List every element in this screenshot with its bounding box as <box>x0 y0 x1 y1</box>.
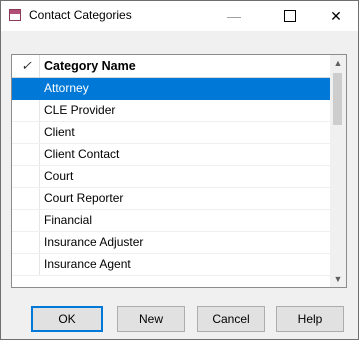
row-name-cell: CLE Provider <box>44 103 116 117</box>
maximize-icon <box>284 10 296 22</box>
row-check-cell[interactable] <box>14 232 40 253</box>
list-item[interactable]: Client <box>12 122 330 144</box>
row-check-cell[interactable] <box>14 122 40 143</box>
category-list[interactable]: ✓ Category Name Attorney CLE Provider Cl… <box>11 54 347 288</box>
row-check-cell[interactable] <box>14 100 40 121</box>
list-item[interactable]: Client Contact <box>12 144 330 166</box>
cancel-button[interactable]: Cancel <box>197 306 265 332</box>
scroll-down-button[interactable]: ▼ <box>330 271 346 287</box>
list-item[interactable]: Court Reporter <box>12 188 330 210</box>
maximize-button[interactable] <box>267 1 313 31</box>
row-check-cell[interactable] <box>14 144 40 165</box>
window-app-icon <box>9 9 21 21</box>
ok-button[interactable]: OK <box>31 306 103 332</box>
row-check-cell[interactable] <box>14 188 40 209</box>
chevron-down-icon: ▼ <box>333 274 343 284</box>
list-item[interactable]: Court <box>12 166 330 188</box>
check-column-header[interactable]: ✓ <box>14 55 40 77</box>
row-name-cell: Financial <box>44 213 93 227</box>
row-check-cell[interactable] <box>14 210 40 231</box>
minimize-button[interactable]: — <box>211 1 257 31</box>
list-item[interactable]: Financial <box>12 210 330 232</box>
row-name-cell: Client Contact <box>44 147 120 161</box>
chevron-up-icon: ▲ <box>333 58 343 68</box>
title-bar[interactable]: Contact Categories — ✕ <box>1 1 358 31</box>
scrollbar-thumb[interactable] <box>333 73 342 125</box>
list-item[interactable]: Insurance Adjuster <box>12 232 330 254</box>
row-name-cell: Insurance Adjuster <box>44 235 144 249</box>
help-button[interactable]: Help <box>276 306 344 332</box>
row-name-cell: Insurance Agent <box>44 257 131 271</box>
category-name-column-header[interactable]: Category Name <box>44 55 136 77</box>
close-button[interactable]: ✕ <box>313 1 359 31</box>
row-check-cell[interactable] <box>14 254 40 275</box>
new-button[interactable]: New <box>117 306 185 332</box>
contact-categories-dialog: Contact Categories — ✕ ✓ Category Name A… <box>0 0 359 340</box>
row-check-cell[interactable] <box>14 78 40 99</box>
close-icon: ✕ <box>330 7 342 24</box>
row-name-cell: Court <box>44 169 74 183</box>
row-name-cell: Attorney <box>44 81 89 95</box>
list-item[interactable]: Attorney <box>12 78 330 100</box>
list-item[interactable]: CLE Provider <box>12 100 330 122</box>
vertical-scrollbar[interactable]: ▲ ▼ <box>330 55 346 287</box>
minimize-icon: — <box>227 8 241 24</box>
row-name-cell: Court Reporter <box>44 191 124 205</box>
list-header: ✓ Category Name <box>12 55 330 78</box>
row-check-cell[interactable] <box>14 166 40 187</box>
list-rows: Attorney CLE Provider Client Client Cont… <box>12 78 330 276</box>
list-item[interactable]: Insurance Agent <box>12 254 330 276</box>
row-name-cell: Client <box>44 125 75 139</box>
window-title: Contact Categories <box>29 8 132 22</box>
scroll-up-button[interactable]: ▲ <box>330 55 346 71</box>
